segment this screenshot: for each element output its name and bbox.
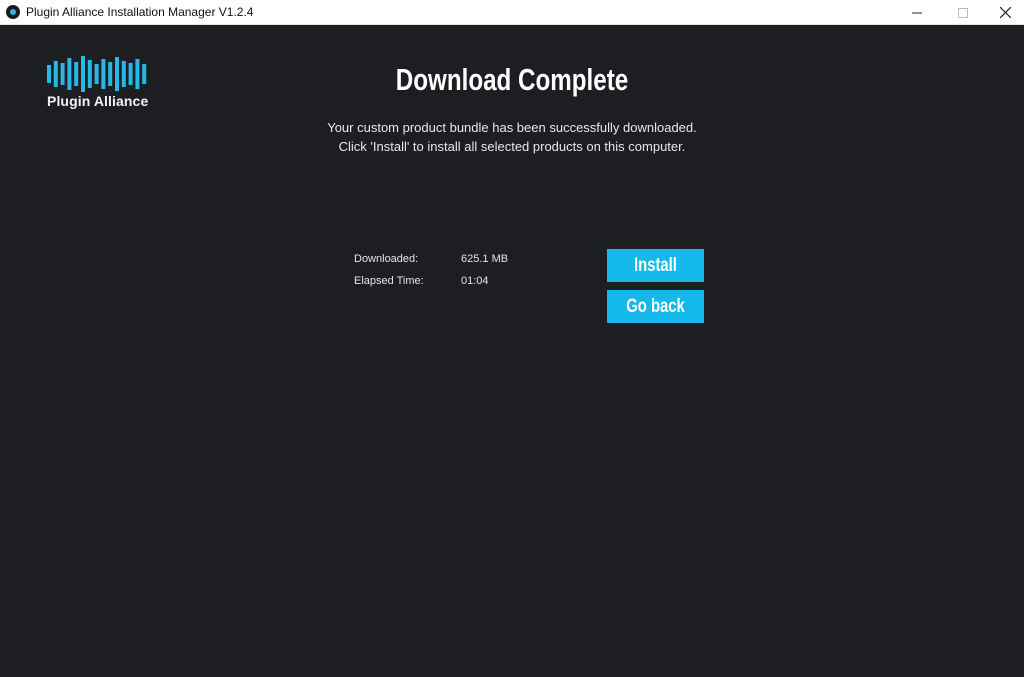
elapsed-time-label: Elapsed Time:: [354, 275, 424, 287]
maximize-button[interactable]: [940, 0, 986, 25]
app-icon: [6, 5, 20, 19]
status-message-line-1: Your custom product bundle has been succ…: [327, 120, 697, 135]
status-message-line-2: Click 'Install' to install all selected …: [338, 139, 686, 154]
elapsed-time-value: 01:04: [461, 275, 489, 287]
maximize-icon: [958, 7, 968, 18]
install-button[interactable]: Install: [607, 249, 704, 282]
close-icon: [999, 7, 1011, 18]
go-back-button-label: Go back: [626, 296, 685, 317]
minimize-icon: [912, 12, 922, 13]
status-message: Your custom product bundle has been succ…: [0, 118, 1024, 156]
title-bar: Plugin Alliance Installation Manager V1.…: [0, 0, 1024, 25]
page-title: Download Complete: [395, 62, 629, 97]
minimize-button[interactable]: [894, 0, 940, 25]
install-button-label: Install: [634, 255, 677, 276]
close-button[interactable]: [986, 0, 1024, 25]
downloaded-value: 625.1 MB: [461, 253, 509, 265]
downloaded-label: Downloaded:: [354, 253, 419, 265]
window-title: Plugin Alliance Installation Manager V1.…: [26, 5, 254, 19]
go-back-button[interactable]: Go back: [607, 290, 704, 323]
